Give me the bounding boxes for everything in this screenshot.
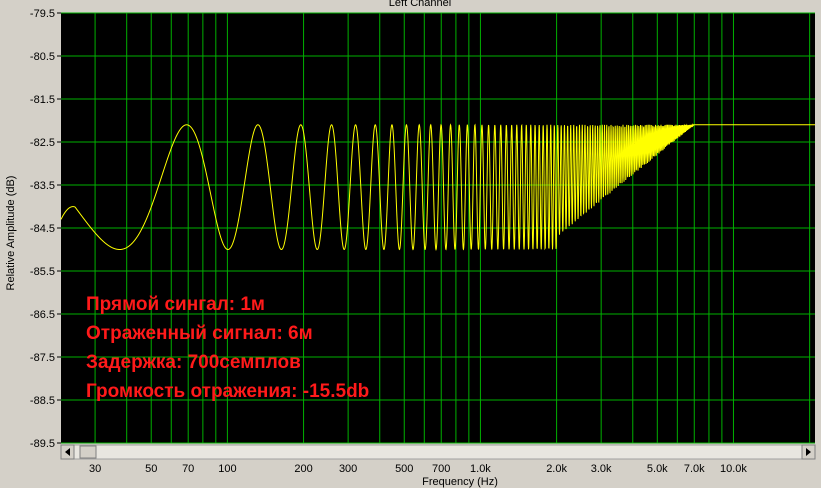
x-tick-label: 2.0k	[546, 463, 567, 475]
chart-title: Left Channel	[389, 0, 451, 9]
x-tick-label: 10.0k	[720, 463, 747, 475]
x-axis-ticks: 30 50 70 100 200 300 500 700 1.0k 2.0k 3.0k 5.0k 7.0…	[89, 463, 747, 475]
y-tick-label: -80.5	[30, 51, 55, 63]
y-tick-label: -89.5	[30, 438, 55, 450]
y-tick-label: -81.5	[30, 94, 55, 106]
x-tick-label: 700	[432, 463, 450, 475]
x-tick-label: 5.0k	[647, 463, 668, 475]
y-tick-label: -82.5	[30, 137, 55, 149]
x-tick-label: 100	[218, 463, 236, 475]
annotation-delay: Задержка: 700семплов	[86, 352, 301, 373]
y-tick-label: -83.5	[30, 180, 55, 192]
y-axis-ticks: -79.5 -80.5 -81.5 -82.5 -83.5 -84.5 -85.5 -86.5…	[30, 8, 61, 450]
horizontal-scrollbar[interactable]	[60, 444, 816, 460]
y-tick-label: -86.5	[30, 309, 55, 321]
y-tick-label: -87.5	[30, 352, 55, 364]
annotation-reflected-signal: Отраженный сигнал: 6м	[86, 323, 313, 344]
x-tick-label: 500	[395, 463, 413, 475]
x-tick-label: 7.0k	[684, 463, 705, 475]
annotation-direct-signal: Прямой сингал: 1м	[86, 294, 265, 315]
x-tick-label: 50	[145, 463, 157, 475]
x-tick-label: 30	[89, 463, 101, 475]
x-tick-label: 3.0k	[591, 463, 612, 475]
x-tick-label: 1.0k	[470, 463, 491, 475]
y-tick-label: -84.5	[30, 223, 55, 235]
x-tick-label: 200	[294, 463, 312, 475]
y-axis-title: Relative Amplitude (dB)	[5, 176, 17, 291]
x-tick-label: 70	[182, 463, 194, 475]
annotation-reflection-volume: Громкость отражения: -15.5db	[86, 381, 369, 402]
y-tick-label: -88.5	[30, 395, 55, 407]
x-axis-title: Frequency (Hz)	[422, 476, 498, 488]
y-tick-label: -85.5	[30, 266, 55, 278]
spectrum-chart: Left Channel -79.5 -80.5 -81.5 -82.5 -83.5 -8…	[5, 0, 816, 488]
scroll-thumb[interactable]	[79, 445, 97, 459]
y-tick-label: -79.5	[30, 8, 55, 20]
x-tick-label: 300	[339, 463, 357, 475]
